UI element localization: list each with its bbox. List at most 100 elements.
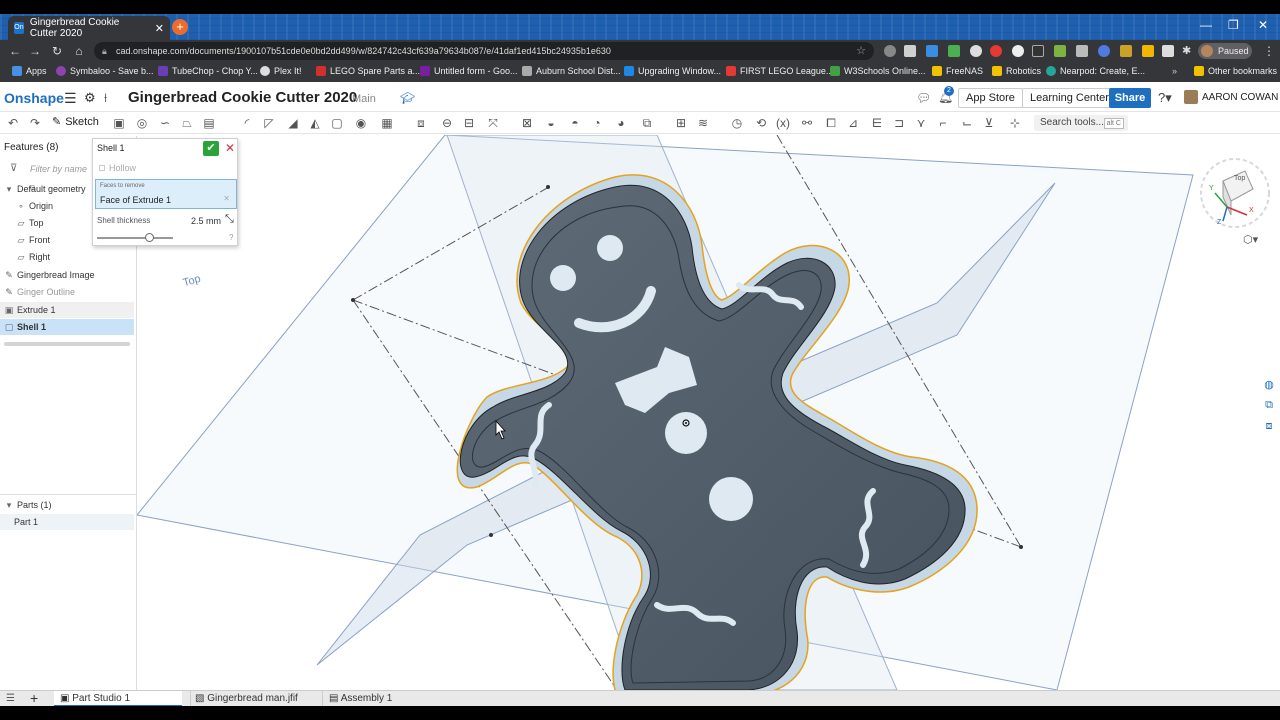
extension-icon[interactable]: [884, 45, 896, 57]
comments-icon[interactable]: 💬︎: [916, 91, 931, 105]
onshape-logo[interactable]: Onshape: [4, 90, 64, 106]
pattern-icon[interactable]: ▦: [380, 116, 394, 130]
sweep-icon[interactable]: ∽: [158, 116, 172, 130]
faces-to-remove-field[interactable]: Faces to remove Face of Extrude 1 ✕: [95, 179, 237, 209]
url-field[interactable]: 🔒︎ cad.onshape.com/documents/1900107b51c…: [94, 42, 874, 60]
help-icon[interactable]: ?▾: [1158, 90, 1172, 106]
bookmark-item[interactable]: FIRST LEGO League...: [726, 66, 833, 76]
thickness-slider-track[interactable]: [97, 237, 173, 239]
helix-icon[interactable]: ≋: [696, 116, 710, 130]
bookmark-apps[interactable]: Apps: [12, 66, 47, 76]
extension-icon[interactable]: [1098, 45, 1110, 57]
filter-icon[interactable]: ⊽: [10, 160, 17, 178]
browser-tab[interactable]: On Gingerbread Cookie Cutter 2020 ✕: [8, 16, 170, 40]
part-item[interactable]: Part 1: [0, 514, 134, 530]
thickness-slider-knob[interactable]: [145, 233, 154, 242]
measure-icon[interactable]: ◷: [730, 116, 744, 130]
variable-icon[interactable]: (x): [776, 116, 790, 130]
thicken-icon[interactable]: ▤: [202, 116, 216, 130]
extension-icon[interactable]: [1076, 45, 1088, 57]
document-title[interactable]: Gingerbread Cookie Cutter 2020: [128, 89, 357, 106]
bookmark-item[interactable]: Untitled form - Goo...: [420, 66, 518, 76]
home-icon[interactable]: ⌂: [68, 44, 90, 58]
feature-filter-input[interactable]: ⊽ Filter by name o: [4, 160, 94, 192]
extension-icon[interactable]: [904, 45, 916, 57]
reload-icon[interactable]: ↻: [46, 44, 68, 58]
extension-icon[interactable]: [1012, 45, 1024, 57]
appearance-icon[interactable]: ◍: [1261, 378, 1277, 394]
branch-label[interactable]: Main: [352, 93, 376, 105]
bookmark-item[interactable]: FreeNAS: [932, 66, 983, 76]
tab-close-icon[interactable]: ✕: [155, 22, 164, 35]
hole-icon[interactable]: ◉: [354, 116, 368, 130]
versions-icon[interactable]: ⟊: [104, 90, 107, 106]
back-icon[interactable]: ←: [4, 44, 26, 58]
tab-assembly[interactable]: ▤ Assembly 1: [322, 691, 450, 707]
feature-ginger-outline[interactable]: ✎ Ginger Outline: [0, 284, 134, 300]
extension-icon[interactable]: [1054, 45, 1066, 57]
extension-icon[interactable]: [970, 45, 982, 57]
bookmark-star-icon[interactable]: ☆: [856, 42, 866, 60]
view-cube-graphic[interactable]: [1187, 145, 1277, 245]
graphics-viewport[interactable]: Top Top X Y Z ⬡▾ ◍ ⧉ ⧈: [137, 135, 1280, 690]
search-tools-input[interactable]: Search tools... alt C: [1034, 115, 1128, 131]
maximize-icon[interactable]: ❐: [1228, 18, 1239, 32]
properties-icon[interactable]: ⚙︎: [84, 90, 96, 106]
view-options-icon[interactable]: ⬡▾: [1243, 233, 1258, 246]
accept-button[interactable]: ✔: [203, 141, 219, 156]
relief-icon[interactable]: ⌙: [960, 116, 974, 130]
instances-icon[interactable]: ⧉: [1261, 399, 1277, 415]
fillet-icon[interactable]: ◜: [240, 116, 254, 130]
feature-gingerbread-image[interactable]: ✎ Gingerbread Image: [0, 267, 134, 283]
model-canvas[interactable]: [137, 135, 1280, 690]
custom-feature-icon[interactable]: ⊹: [1008, 116, 1022, 130]
frame-icon[interactable]: ⧠: [824, 116, 838, 130]
extrude-icon[interactable]: ▣: [112, 116, 126, 130]
new-tab-button[interactable]: +: [172, 19, 188, 35]
bookmark-item[interactable]: Robotics: [992, 66, 1041, 76]
mates-icon[interactable]: ⧈: [1261, 420, 1277, 436]
tab-image[interactable]: ▧ Gingerbread man.jfif: [190, 691, 316, 707]
learning-center-button[interactable]: Learning Center: [1022, 88, 1117, 108]
transform-icon[interactable]: ⤧: [486, 116, 500, 130]
parts-header[interactable]: ▾ Parts (1): [0, 497, 134, 513]
redo-icon[interactable]: ↷: [28, 116, 42, 130]
feature-right-plane[interactable]: ▱ Right: [0, 249, 134, 265]
extension-icon[interactable]: [1142, 45, 1154, 57]
forward-icon[interactable]: →: [24, 44, 46, 58]
extension-icon[interactable]: [1162, 45, 1174, 57]
extension-icon[interactable]: [1032, 45, 1044, 57]
sketch-point[interactable]: [489, 533, 493, 537]
profile-button[interactable]: Paused: [1198, 43, 1252, 59]
revolve-icon[interactable]: ◎: [135, 116, 149, 130]
tab-list-icon[interactable]: ☰: [6, 691, 15, 707]
modify-fillet-icon[interactable]: ◒: [544, 116, 558, 130]
unfold-icon[interactable]: ⊻: [982, 116, 996, 130]
sketch-button[interactable]: ✎ Sketch: [52, 115, 99, 129]
rollback-bar[interactable]: [4, 342, 130, 346]
app-store-button[interactable]: App Store: [958, 88, 1023, 108]
draft-icon[interactable]: ◢: [286, 116, 300, 130]
loft-icon[interactable]: ⏢: [180, 116, 194, 130]
sheet-metal-icon[interactable]: ⚯: [800, 116, 814, 130]
bookmark-item[interactable]: Plex It!: [260, 66, 302, 76]
button-top[interactable]: [665, 412, 707, 454]
feature-shell-1[interactable]: ▢ Shell 1: [0, 319, 134, 335]
extension-icon[interactable]: [1120, 45, 1132, 57]
bookmark-item[interactable]: Auburn School Dist...: [522, 66, 621, 76]
close-window-icon[interactable]: ✕: [1258, 18, 1268, 32]
bookmarks-overflow-icon[interactable]: »: [1172, 66, 1177, 76]
user-avatar[interactable]: [1184, 90, 1198, 104]
shell-icon[interactable]: ▢: [330, 116, 344, 130]
sketch-point[interactable]: [1019, 545, 1023, 549]
bookmark-item[interactable]: LEGO Spare Parts a...: [316, 66, 420, 76]
flange-icon[interactable]: ⋿: [870, 116, 884, 130]
add-tab-icon[interactable]: +: [30, 691, 38, 707]
bookmark-item[interactable]: Upgrading Window...: [624, 66, 721, 76]
bookmark-item[interactable]: W3Schools Online...: [830, 66, 926, 76]
chamfer-icon[interactable]: ◸: [262, 116, 276, 130]
opposite-direction-icon[interactable]: ⤡: [225, 213, 234, 226]
cancel-button[interactable]: ✕: [223, 141, 237, 156]
browser-menu-icon[interactable]: ⋮: [1258, 44, 1280, 58]
boolean-icon[interactable]: ⊖: [440, 116, 454, 130]
